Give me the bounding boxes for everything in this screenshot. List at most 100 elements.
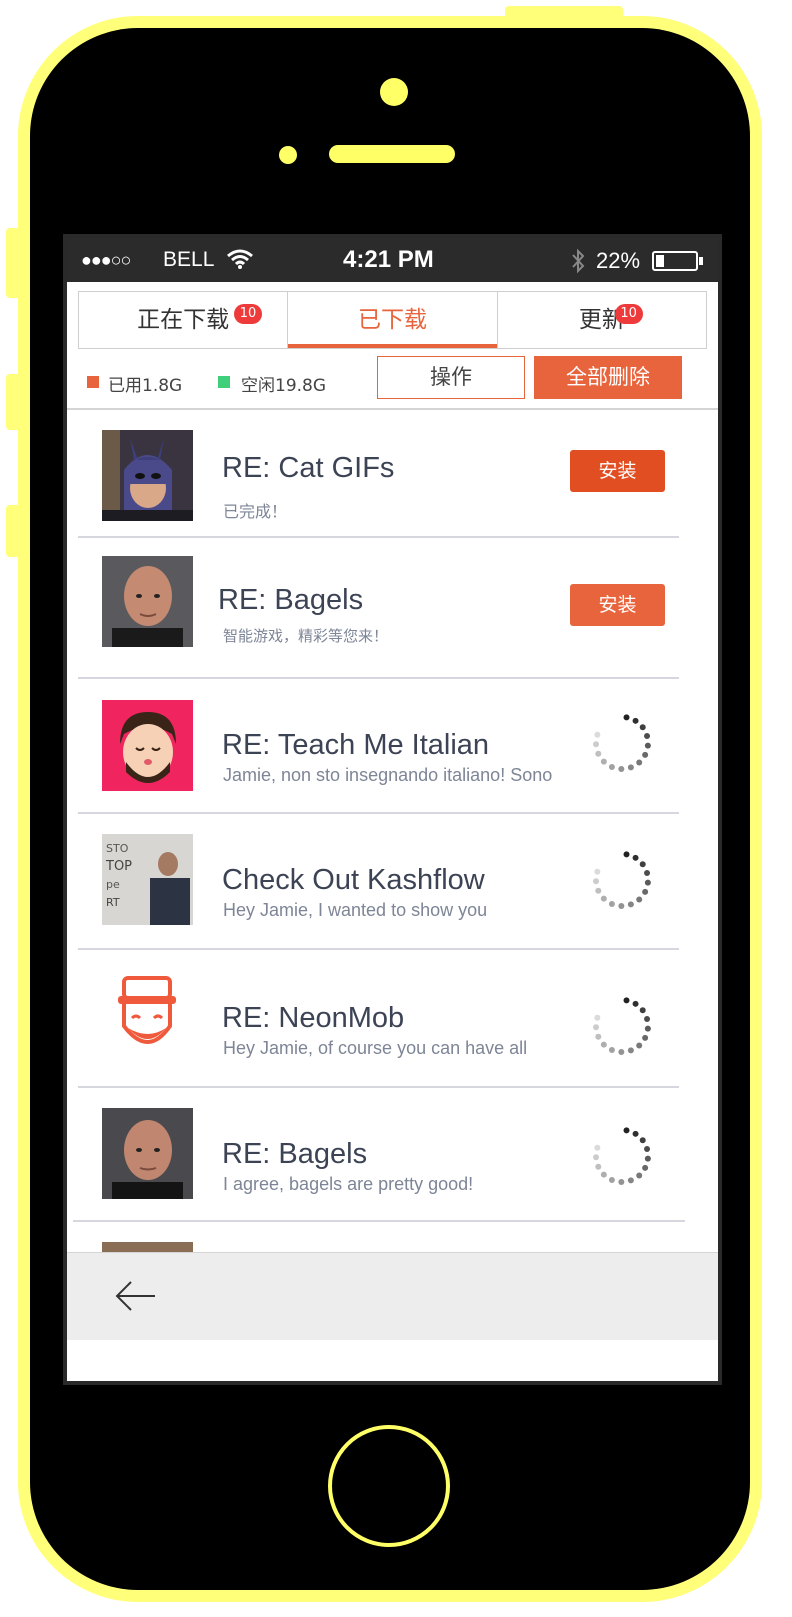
spinner-dot bbox=[623, 851, 630, 858]
loading-spinner-icon bbox=[593, 997, 651, 1055]
item-subtitle: 智能游戏，精彩等您来！ bbox=[223, 627, 389, 645]
list-item[interactable]: RE: NeonMob Hey Jamie, of course you can… bbox=[67, 950, 718, 1088]
spinner-dot bbox=[600, 758, 607, 765]
avatar: STO TOP pe RT bbox=[102, 834, 193, 925]
used-storage-swatch bbox=[87, 376, 99, 388]
status-time: 4:21 PM bbox=[343, 246, 434, 273]
tab-downloaded[interactable]: 已下载 bbox=[288, 292, 498, 348]
list-item[interactable]: RE: Teach Me Italian Jamie, non sto inse… bbox=[67, 679, 718, 814]
item-subtitle: Hey Jamie, of course you can have all bbox=[223, 1038, 528, 1058]
tab-updates[interactable]: 更新 10 bbox=[498, 292, 706, 348]
list-item[interactable]: RE: Cat GIFs 已完成！ 安装 bbox=[67, 410, 718, 538]
spinner-dot bbox=[632, 854, 639, 861]
battery-icon bbox=[652, 251, 698, 271]
spinner-dot bbox=[595, 1033, 602, 1040]
signal-strength: ●●●○○ bbox=[81, 250, 131, 270]
spinner-dot bbox=[600, 1171, 607, 1178]
item-subtitle: I agree, bagels are pretty good! bbox=[223, 1174, 474, 1194]
spinner-dot bbox=[608, 1046, 615, 1053]
download-tabs: 正在下载 10 已下载 更新 10 bbox=[78, 291, 707, 349]
spinner-dot bbox=[632, 1000, 639, 1007]
phone-top-button bbox=[505, 6, 623, 20]
wifi-icon bbox=[227, 249, 253, 269]
spinner-dot bbox=[644, 1145, 651, 1152]
item-title: Check Out Kashflow bbox=[222, 864, 485, 896]
operate-button[interactable]: 操作 bbox=[377, 356, 525, 399]
spinner-dot bbox=[623, 1127, 630, 1134]
home-button[interactable] bbox=[328, 1425, 450, 1547]
tab-downloaded-label: 已下载 bbox=[357, 307, 427, 333]
spinner-dot bbox=[608, 763, 615, 770]
list-item[interactable]: RE: Bagels 智能游戏，精彩等您来！ 安装 bbox=[67, 538, 718, 679]
spinner-dot bbox=[639, 724, 646, 731]
front-camera bbox=[380, 78, 408, 106]
tab-updates-badge: 10 bbox=[614, 304, 643, 324]
spinner-dot bbox=[644, 1155, 651, 1162]
free-storage-label: 空闲19.8G bbox=[241, 376, 327, 396]
spinner-dot bbox=[608, 1176, 615, 1183]
spinner-dot bbox=[632, 717, 639, 724]
man-graffiti-avatar: STO TOP pe RT bbox=[102, 834, 193, 925]
phone-volume-down bbox=[6, 505, 20, 557]
item-subtitle: 已完成！ bbox=[223, 502, 288, 521]
spinner-dot bbox=[593, 1154, 600, 1161]
delete-all-button[interactable]: 全部删除 bbox=[534, 356, 682, 399]
spinner-dot bbox=[593, 1024, 600, 1031]
item-subtitle: Hey Jamie, I wanted to show you bbox=[223, 900, 488, 920]
spinner-dot bbox=[644, 1015, 651, 1022]
cartoon-man-avatar bbox=[102, 700, 193, 791]
loading-spinner-icon bbox=[593, 1127, 651, 1185]
spinner-dot bbox=[623, 714, 630, 721]
item-title: RE: Teach Me Italian bbox=[222, 729, 490, 761]
spinner-dot bbox=[608, 900, 615, 907]
spinner-dot bbox=[644, 732, 651, 739]
free-storage-swatch bbox=[218, 376, 230, 388]
battery-percent: 22% bbox=[596, 248, 641, 273]
avatar bbox=[102, 970, 193, 1061]
spinner-dot bbox=[627, 764, 634, 771]
spinner-dot bbox=[642, 751, 649, 758]
spinner-dot bbox=[623, 997, 630, 1004]
status-bar: ●●●○○ BELL 4:21 PM 22% bbox=[67, 238, 718, 282]
row-divider bbox=[73, 1220, 685, 1222]
spinner-dot bbox=[636, 1172, 643, 1179]
install-button[interactable]: 安装 bbox=[570, 584, 665, 626]
spinner-dot bbox=[644, 869, 651, 876]
back-arrow-icon[interactable] bbox=[115, 1279, 157, 1313]
item-title: RE: NeonMob bbox=[222, 1002, 405, 1034]
tab-downloading-badge: 10 bbox=[234, 304, 262, 324]
list-item[interactable]: RE: Bagels I agree, bagels are pretty go… bbox=[67, 1088, 718, 1222]
svg-text:TOP: TOP bbox=[105, 859, 132, 874]
earpiece-speaker bbox=[329, 145, 455, 163]
list-item[interactable]: STO TOP pe RT Check Out Kashflow Hey Jam… bbox=[67, 814, 718, 950]
spinner-dot bbox=[618, 1178, 625, 1185]
item-title: RE: Bagels bbox=[222, 1138, 368, 1170]
phone-mute-switch bbox=[6, 228, 20, 298]
tab-downloading-label: 正在下载 bbox=[137, 307, 230, 333]
spinner-dot bbox=[627, 901, 634, 908]
avatar bbox=[102, 1108, 193, 1199]
loading-spinner-icon bbox=[593, 714, 651, 772]
used-storage-label: 已用1.8G bbox=[108, 376, 183, 396]
avatar bbox=[102, 556, 193, 647]
avatar bbox=[102, 700, 193, 791]
bluetooth-icon bbox=[572, 248, 585, 274]
masked-hero-avatar bbox=[102, 430, 193, 521]
item-subtitle: Jamie, non sto insegnando italiano! Sono bbox=[223, 765, 553, 785]
spinner-dot bbox=[593, 878, 600, 885]
bald-man-avatar bbox=[102, 1108, 193, 1199]
spinner-dot bbox=[639, 1007, 646, 1014]
install-button[interactable]: 安装 bbox=[570, 450, 665, 492]
spinner-dot bbox=[594, 731, 601, 738]
app-screen: ●●●○○ BELL 4:21 PM 22% 正在下载 10 已下载 更新 10 bbox=[63, 234, 722, 1385]
battery-tip bbox=[699, 257, 703, 265]
spinner-dot bbox=[595, 887, 602, 894]
bottom-toolbar bbox=[67, 1252, 718, 1340]
spinner-dot bbox=[636, 1042, 643, 1049]
bald-man-avatar bbox=[102, 556, 193, 647]
spinner-dot bbox=[595, 1163, 602, 1170]
tab-downloading[interactable]: 正在下载 10 bbox=[79, 292, 289, 348]
spinner-dot bbox=[627, 1177, 634, 1184]
phone-volume-up bbox=[6, 374, 20, 430]
spinner-dot bbox=[632, 1130, 639, 1137]
